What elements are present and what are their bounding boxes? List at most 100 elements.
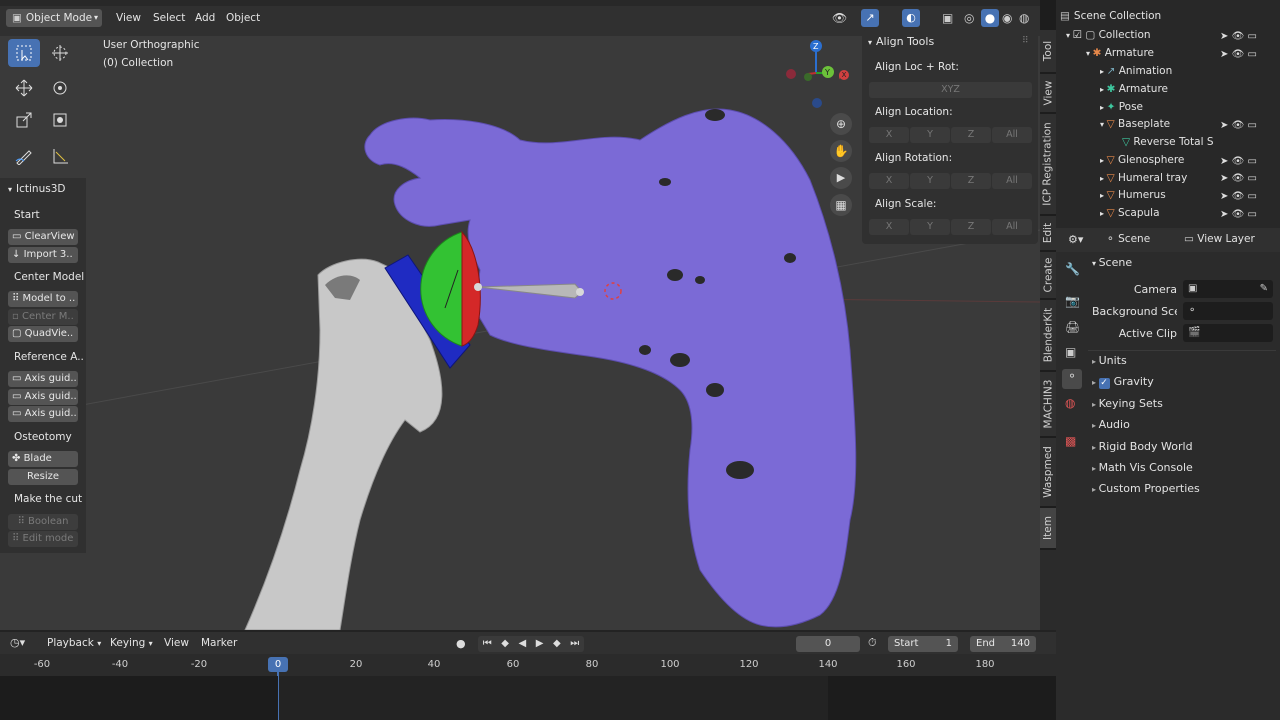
select-arrow-icon[interactable]: ➤ <box>1220 209 1228 220</box>
align-location-z[interactable]: Z <box>951 127 991 143</box>
menu-select[interactable]: Select <box>153 12 185 24</box>
eye-icon[interactable]: 👁 <box>1232 173 1245 184</box>
monitor-icon[interactable]: ▭ <box>1247 173 1256 184</box>
scene-panel-header[interactable]: ▾ Scene <box>1092 256 1132 269</box>
timeline-editor-icon[interactable]: ◷▾ <box>10 636 25 649</box>
overlay-toggle-icon[interactable]: ◐ <box>902 9 920 27</box>
gizmo-neg-y[interactable] <box>804 73 812 81</box>
align-location-y[interactable]: Y <box>910 127 950 143</box>
monitor-icon[interactable]: ▭ <box>1247 31 1256 42</box>
rotate-tool-icon[interactable] <box>44 74 76 102</box>
align-scale-z[interactable]: Z <box>951 219 991 235</box>
tab-edit[interactable]: Edit <box>1040 216 1056 250</box>
audio-panel[interactable]: ▸ Audio <box>1092 418 1130 431</box>
annotate-tool-icon[interactable] <box>8 142 40 170</box>
camera-field[interactable]: ▣ ✎ <box>1183 280 1273 298</box>
menu-marker[interactable]: Marker <box>201 637 237 649</box>
custom-properties-panel[interactable]: ▸ Custom Properties <box>1092 482 1200 495</box>
align-rotation-all[interactable]: All <box>992 173 1032 189</box>
eye-icon[interactable]: 👁 <box>1232 156 1245 167</box>
gravity-checkbox[interactable]: ✓ <box>1098 378 1110 389</box>
axis-guide-button-2[interactable]: ▭ Axis guid.. <box>8 389 78 405</box>
math-vis-console-panel[interactable]: ▸ Math Vis Console <box>1092 461 1193 474</box>
transform-tool-icon[interactable] <box>44 106 76 134</box>
gizmo-neg-x[interactable] <box>786 69 796 79</box>
edit-mode-button[interactable]: ⠿ Edit mode <box>8 531 78 547</box>
select-box-tool-icon[interactable] <box>8 39 40 67</box>
axis-guide-button-3[interactable]: ▭ Axis guid.. <box>8 406 78 422</box>
move-tool-icon[interactable] <box>8 74 40 102</box>
navigation-gizmo[interactable]: Z Y <box>780 36 840 116</box>
tool-settings-icon[interactable]: 🔧 <box>1065 262 1080 276</box>
current-frame-field[interactable]: 0 <box>796 636 860 652</box>
menu-object[interactable]: Object <box>226 12 260 24</box>
next-keyframe-icon[interactable]: ◆ <box>553 636 561 652</box>
background-scene-field[interactable]: ⚬ <box>1183 302 1273 320</box>
align-xyz-button[interactable]: XYZ <box>869 82 1032 98</box>
tab-create[interactable]: Create <box>1040 252 1056 298</box>
monitor-icon[interactable]: ▭ <box>1247 49 1256 60</box>
eye-icon[interactable]: 👁 <box>1232 191 1245 202</box>
menu-add[interactable]: Add <box>195 12 215 24</box>
tab-blenderkit[interactable]: BlenderKit <box>1040 300 1056 370</box>
outliner-root[interactable]: ▤ Scene Collection <box>1060 10 1161 22</box>
monitor-icon[interactable]: ▭ <box>1247 120 1256 131</box>
eye-icon[interactable]: 👁 <box>1232 209 1245 220</box>
prev-keyframe-icon[interactable]: ◆ <box>501 636 509 652</box>
align-location-all[interactable]: All <box>992 127 1032 143</box>
model-to-button[interactable]: ⠿ Model to .. <box>8 291 78 307</box>
stopwatch-icon[interactable]: ⏱ <box>868 636 877 650</box>
select-arrow-icon[interactable]: ➤ <box>1220 173 1228 184</box>
zoom-icon[interactable]: ⊕ <box>830 113 852 135</box>
record-icon[interactable]: ● <box>456 637 466 650</box>
align-scale-x[interactable]: X <box>869 219 909 235</box>
checkbox-icon[interactable]: ☑ <box>1073 29 1086 41</box>
cursor-tool-icon[interactable] <box>44 39 76 67</box>
tab-tool[interactable]: Tool <box>1040 30 1056 72</box>
eye-icon[interactable]: 👁 <box>1232 49 1245 60</box>
hand-pan-icon[interactable]: ✋ <box>830 140 852 162</box>
select-arrow-icon[interactable]: ➤ <box>1220 191 1228 202</box>
scene-props-icon[interactable]: ⚬ <box>1062 369 1082 389</box>
outliner-item-reverse-total[interactable]: ▽ Reverse Total S <box>1060 133 1218 151</box>
align-scale-y[interactable]: Y <box>910 219 950 235</box>
gizmo-toggle-icon[interactable]: ↗ <box>861 9 879 27</box>
eye-icon[interactable]: 👁 <box>1232 120 1245 131</box>
eye-icon[interactable]: 👁 <box>1232 31 1245 42</box>
clearview-button[interactable]: ▭ ClearView <box>8 229 78 245</box>
scale-tool-icon[interactable] <box>8 106 40 134</box>
playback-controls[interactable]: ⏮ ◆ ◀ ▶ ◆ ⏭ <box>478 636 584 652</box>
align-rotation-y[interactable]: Y <box>910 173 950 189</box>
select-arrow-icon[interactable]: ➤ <box>1220 156 1228 167</box>
play-reverse-icon[interactable]: ◀ <box>519 636 527 652</box>
mode-dropdown[interactable]: ▣ Object Mode ▾ <box>6 9 102 27</box>
boolean-button[interactable]: ⠿ Boolean <box>8 514 78 530</box>
axis-guide-button-1[interactable]: ▭ Axis guid.. <box>8 371 78 387</box>
play-icon[interactable]: ▶ <box>536 636 544 652</box>
align-rotation-x[interactable]: X <box>869 173 909 189</box>
align-scale-all[interactable]: All <box>992 219 1032 235</box>
monitor-icon[interactable]: ▭ <box>1247 191 1256 202</box>
measure-tool-icon[interactable] <box>44 142 76 170</box>
resize-button[interactable]: Resize <box>8 469 78 485</box>
rendered-shading-icon[interactable]: ◍ <box>1019 11 1029 25</box>
quadview-button[interactable]: ▢ QuadVie.. <box>8 326 78 342</box>
jump-end-icon[interactable]: ⏭ <box>570 636 579 652</box>
keying-sets-panel[interactable]: ▸ Keying Sets <box>1092 397 1163 410</box>
render-icon[interactable]: 📷 <box>1065 294 1080 308</box>
align-location-x[interactable]: X <box>869 127 909 143</box>
menu-playback[interactable]: Playback ▾ <box>47 637 101 649</box>
tab-machin3[interactable]: MACHIN3 <box>1040 372 1056 436</box>
solid-shading-icon[interactable]: ● <box>981 9 999 27</box>
view-layer-props-icon[interactable]: ▣ <box>1065 345 1076 359</box>
start-frame-field[interactable]: Start 1 <box>888 636 958 652</box>
outliner-visibility-column[interactable]: ➤ 👁 ▭ ➤ 👁 ▭ ➤ 👁 ▭ ➤ 👁 ▭ ➤ 👁 ▭ ➤ 👁 ▭ ➤ 👁 … <box>1220 28 1257 224</box>
tab-icp-registration[interactable]: ICP Registration <box>1040 114 1056 214</box>
blade-button[interactable]: ✤ Blade <box>8 451 78 467</box>
menu-timeline-view[interactable]: View <box>164 637 189 649</box>
world-icon[interactable]: ◍ <box>1065 396 1075 410</box>
texture-icon[interactable]: ▩ <box>1065 434 1076 448</box>
camera-icon[interactable]: ▶ <box>830 167 852 189</box>
output-icon[interactable]: 🖨 <box>1065 320 1080 334</box>
grid-icon[interactable]: ▦ <box>830 194 852 216</box>
